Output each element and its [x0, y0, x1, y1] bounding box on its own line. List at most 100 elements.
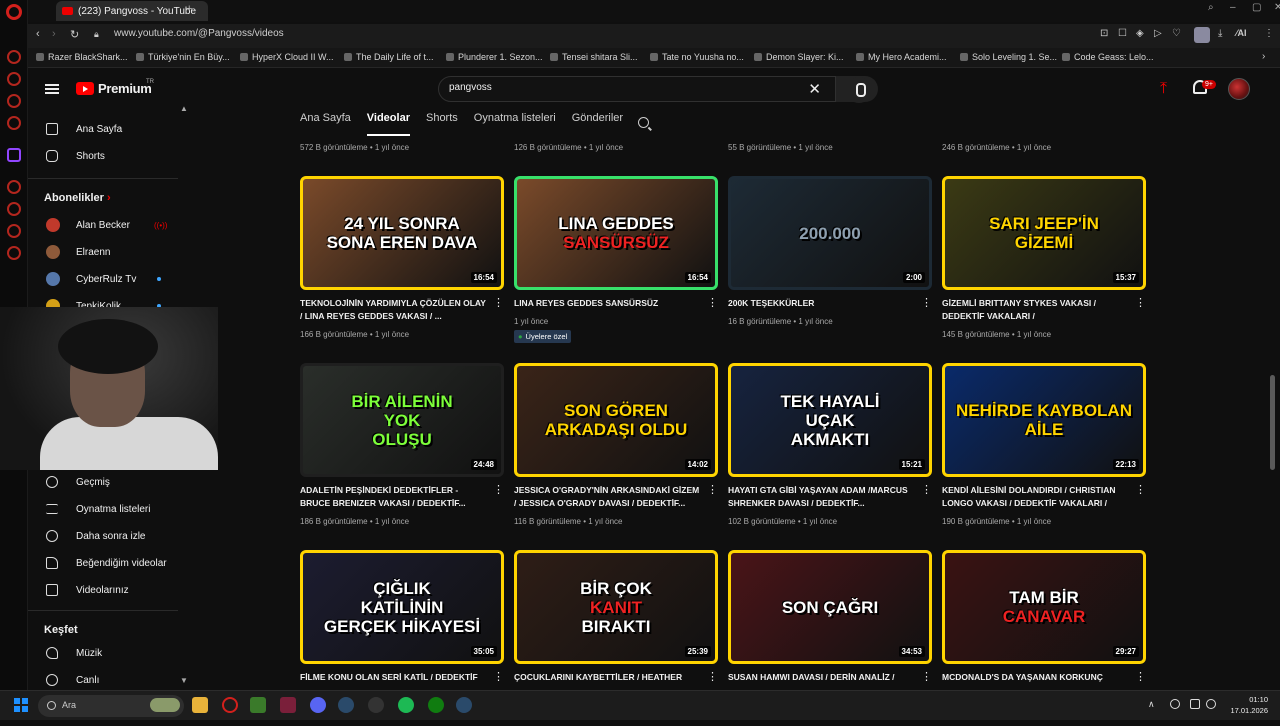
- sidebar-item-your-videos[interactable]: Videolarınız: [28, 577, 188, 603]
- tab-shorts[interactable]: Shorts: [426, 112, 458, 136]
- opera-taskbar-icon[interactable]: [222, 697, 238, 713]
- video-title[interactable]: KENDİ AİLESİNİ DOLANDIRDI / CHRISTIAN LO…: [942, 484, 1130, 510]
- steam-icon[interactable]: [456, 697, 472, 713]
- tab-home[interactable]: Ana Sayfa: [300, 112, 351, 136]
- subscriptions-heading[interactable]: Abonelikler ›: [44, 192, 111, 204]
- upload-icon[interactable]: ⤒: [1160, 80, 1167, 98]
- sidebar-item-home[interactable]: Ana Sayfa: [28, 116, 188, 142]
- r-app-icon[interactable]: [280, 697, 296, 713]
- video-thumbnail[interactable]: TEK HAYALİ UÇAK AKMAKTI 15:21: [728, 363, 932, 477]
- speed-dial-icon[interactable]: [7, 72, 21, 86]
- bookmark-item[interactable]: Türkiye'nin En Büy...: [136, 52, 230, 62]
- sidebar-item-watch-later[interactable]: Daha sonra izle: [28, 523, 188, 549]
- video-title[interactable]: FİLME KONU OLAN SERİ KATİL / DEDEKTİF: [300, 671, 488, 684]
- sidebar-item-playlists[interactable]: Oynatma listeleri: [28, 496, 188, 522]
- window-close-icon[interactable]: ✕: [1274, 2, 1280, 13]
- more-options-icon[interactable]: [921, 296, 932, 309]
- reload-icon[interactable]: ↻: [70, 28, 79, 41]
- downloads-sidebar-icon[interactable]: [7, 224, 21, 238]
- video-card[interactable]: SARI JEEP'İN GİZEMİ 15:37 GİZEMLİ BRITTANY …: [942, 176, 1146, 352]
- minimize-icon[interactable]: –: [1230, 2, 1236, 13]
- bookmark-item[interactable]: Plunderer 1. Sezon...: [446, 52, 543, 62]
- more-options-icon[interactable]: [921, 483, 932, 496]
- clear-search-button[interactable]: ✕: [808, 80, 821, 98]
- send-icon[interactable]: ▷: [1154, 28, 1162, 39]
- youtube-sidebar-icon[interactable]: [7, 180, 21, 194]
- sidebar-item-liked-videos[interactable]: Beğendiğim videolar: [28, 550, 188, 576]
- video-thumbnail[interactable]: SARI JEEP'İN GİZEMİ 15:37: [942, 176, 1146, 290]
- discord-icon[interactable]: [310, 697, 326, 713]
- youtube-logo-icon[interactable]: [76, 82, 94, 95]
- bookmark-item[interactable]: Solo Leveling 1. Se...: [960, 52, 1057, 62]
- bookmark-item[interactable]: My Hero Academi...: [856, 52, 947, 62]
- video-title[interactable]: MCDONALD'S DA YAŞANAN KORKUNÇ: [942, 671, 1130, 684]
- clock-sidebar-icon[interactable]: [7, 202, 21, 216]
- more-options-icon[interactable]: [493, 483, 504, 496]
- voice-search-icon[interactable]: [846, 77, 872, 103]
- taskbar-clock[interactable]: 01:10 17.01.2026: [1222, 694, 1268, 716]
- aria-icon[interactable]: [7, 50, 21, 64]
- download-icon[interactable]: ⤓: [1218, 28, 1222, 39]
- steam-icon[interactable]: [338, 697, 354, 713]
- twitch-icon[interactable]: [7, 148, 21, 162]
- search-input[interactable]: [449, 82, 769, 93]
- bookmark-item[interactable]: Tensei shitara Sli...: [550, 52, 638, 62]
- more-options-icon[interactable]: [493, 670, 504, 683]
- more-options-icon[interactable]: [1135, 296, 1146, 309]
- url-field[interactable]: www.youtube.com/@Pangvoss/videos: [114, 28, 284, 39]
- page-scrollbar[interactable]: [1270, 375, 1275, 470]
- video-title[interactable]: LINA REYES GEDDES SANSÜRSÜZ: [514, 297, 702, 310]
- more-options-icon[interactable]: [707, 483, 718, 496]
- video-thumbnail[interactable]: 24 YIL SONRA SONA EREN DAVA 16:54: [300, 176, 504, 290]
- video-title[interactable]: GİZEMLİ BRITTANY STYKES VAKASI / DEDEKTİ…: [942, 297, 1130, 323]
- video-card[interactable]: NEHİRDE KAYBOLAN AİLE 22:13 KENDİ AİLESİNİ …: [942, 363, 1146, 539]
- shield-icon[interactable]: ◈: [1136, 28, 1144, 39]
- video-title[interactable]: TEKNOLOJİNİN YARDIMIYLA ÇÖZÜLEN OLAY / L…: [300, 297, 488, 323]
- opera-logo-icon[interactable]: [6, 4, 22, 20]
- bookmark-item[interactable]: Razer BlackShark...: [36, 52, 128, 62]
- hamburger-menu-icon[interactable]: [45, 84, 59, 94]
- tab-videos[interactable]: Videolar: [366, 112, 410, 136]
- video-title[interactable]: 200K TEŞEKKÜRLER: [728, 297, 916, 310]
- profile-icon[interactable]: [1194, 27, 1210, 43]
- ai-icon[interactable]: ⁄AI: [1236, 28, 1247, 38]
- video-title[interactable]: ÇOCUKLARINI KAYBETTİLER / HEATHER: [514, 671, 702, 684]
- sidebar-item-subscription[interactable]: Alan Becker ((•)): [28, 212, 188, 238]
- volume-icon[interactable]: [1206, 699, 1216, 709]
- pin-icon[interactable]: ⊡: [1100, 28, 1108, 39]
- browser-menu-icon[interactable]: ⋮: [1264, 28, 1274, 39]
- more-options-icon[interactable]: [1135, 483, 1146, 496]
- video-card[interactable]: LINA GEDDES SANSÜRSÜZ 16:54 LINA REYES GEDD…: [514, 176, 718, 352]
- back-icon[interactable]: ‹: [36, 28, 40, 40]
- video-title[interactable]: ADALETİN PEŞİNDEKİ DEDEKTİFLER - BRUCE B…: [300, 484, 488, 510]
- bookmark-item[interactable]: HyperX Cloud II W...: [240, 52, 334, 62]
- file-explorer-icon[interactable]: [192, 697, 208, 713]
- video-thumbnail[interactable]: NEHİRDE KAYBOLAN AİLE 22:13: [942, 363, 1146, 477]
- more-options-icon[interactable]: [1135, 670, 1146, 683]
- video-thumbnail[interactable]: SON GÖREN ARKADAŞI OLDU 14:02: [514, 363, 718, 477]
- bookmark-item[interactable]: The Daily Life of t...: [344, 52, 434, 62]
- tab-posts[interactable]: Gönderiler: [572, 112, 623, 136]
- nvidia-icon[interactable]: [250, 697, 266, 713]
- bookmarks-icon[interactable]: [7, 94, 21, 108]
- video-title[interactable]: SUSAN HAMWI DAVASI / DERİN ANALİZ /: [728, 671, 916, 684]
- video-card[interactable]: 24 YIL SONRA SONA EREN DAVA 16:54 TEKNOLOJİ…: [300, 176, 504, 352]
- channel-search-icon[interactable]: [638, 117, 649, 128]
- microphone-icon[interactable]: [1170, 699, 1180, 709]
- network-icon[interactable]: [1190, 699, 1200, 709]
- more-options-icon[interactable]: [707, 296, 718, 309]
- tray-overflow-icon[interactable]: ∧: [1148, 699, 1155, 710]
- forward-icon[interactable]: ›: [52, 28, 56, 40]
- sidebar-scroll-down-icon[interactable]: ▼: [180, 676, 188, 685]
- bookmark-star-icon[interactable]: ☐: [1118, 28, 1127, 39]
- brand-label[interactable]: Premium: [98, 81, 152, 96]
- spotify-icon[interactable]: [398, 697, 414, 713]
- new-tab-button[interactable]: +: [186, 3, 192, 15]
- video-card[interactable]: 200.000 2:00 200K TEŞEKKÜRLER 16 B görüntül…: [728, 176, 932, 352]
- sidebar-item-music[interactable]: Müzik: [28, 640, 188, 666]
- bookmark-item[interactable]: Demon Slayer: Ki...: [754, 52, 844, 62]
- windows-start-icon[interactable]: [14, 698, 28, 712]
- video-card[interactable]: BİR AİLENİN YOK OLUŞU 24:48 ADALETİN PEŞİNDE…: [300, 363, 504, 539]
- video-card[interactable]: SON GÖREN ARKADAŞI OLDU 14:02 JESSICA O'GRA…: [514, 363, 718, 539]
- more-options-icon[interactable]: [493, 296, 504, 309]
